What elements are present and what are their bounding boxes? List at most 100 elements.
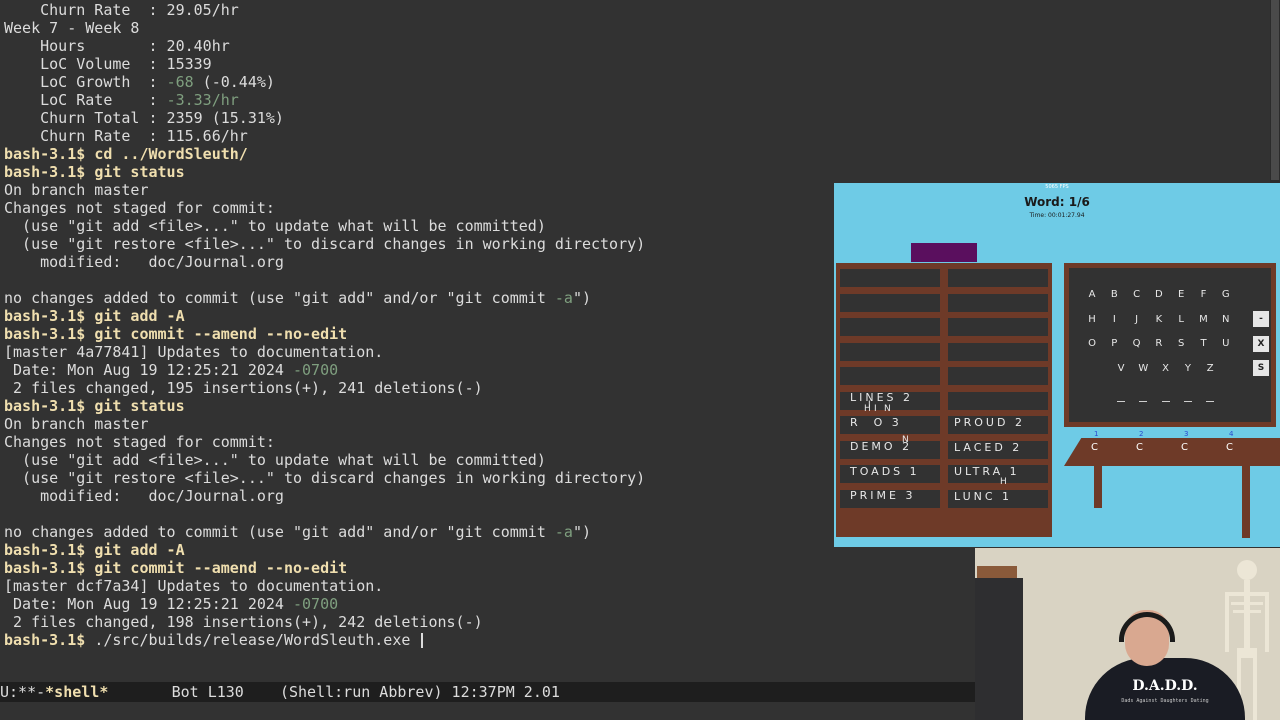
letter-key-p[interactable]: P bbox=[1107, 338, 1121, 349]
table-letter-tile[interactable]: C bbox=[1181, 442, 1188, 453]
terminal-line: bash-3.1$ git status bbox=[4, 163, 185, 181]
terminal-line: bash-3.1$ cd ../WordSleuth/ bbox=[4, 145, 248, 163]
letter-key-l[interactable]: L bbox=[1174, 314, 1188, 325]
letter-key-m[interactable]: M bbox=[1197, 314, 1211, 325]
terminal-text: -0700 bbox=[292, 595, 339, 613]
game-timer: Time: 00:01:27.94 bbox=[1029, 212, 1085, 219]
terminal-text: LoC Rate : bbox=[4, 91, 167, 109]
submit-button[interactable]: S bbox=[1253, 360, 1269, 376]
letter-key-f[interactable]: F bbox=[1197, 289, 1211, 300]
word-shelf: LINES 2R O 3 DEMO 2 TOADS 1 PRIME 3 PROUD 2L… bbox=[836, 263, 1052, 537]
floating-letter: N bbox=[884, 404, 894, 414]
letter-key-g[interactable]: G bbox=[1219, 289, 1233, 300]
terminal-text: no changes added to commit (use "git add… bbox=[4, 523, 555, 541]
clear-button[interactable]: X bbox=[1253, 335, 1269, 352]
letter-key-z[interactable]: Z bbox=[1203, 363, 1217, 374]
letter-key-y[interactable]: Y bbox=[1181, 363, 1195, 374]
terminal-line: bash-3.1$ git commit --amend --no-edit bbox=[4, 559, 347, 577]
shelf-slot bbox=[840, 342, 940, 361]
terminal-line: bash-3.1$ git status bbox=[4, 397, 185, 415]
shelf-slot bbox=[948, 318, 1048, 336]
shell-prompt: bash-3.1$ bbox=[4, 541, 95, 559]
shell-prompt: bash-3.1$ bbox=[4, 325, 95, 343]
floating-letter: H bbox=[1000, 477, 1010, 487]
terminal-text: Week 7 - Week 8 bbox=[4, 19, 140, 37]
webcam-filing-cabinet bbox=[975, 578, 1023, 720]
terminal-line: bash-3.1$ git commit --amend --no-edit bbox=[4, 325, 347, 343]
table-slot-number: 1 bbox=[1094, 430, 1099, 438]
terminal-text: git commit --amend --no-edit bbox=[94, 559, 348, 577]
table-slot-number: 4 bbox=[1229, 430, 1234, 438]
found-word: R O 3 bbox=[850, 415, 902, 429]
letter-key-e[interactable]: E bbox=[1174, 289, 1188, 300]
terminal-text: Date: Mon Aug 19 12:25:21 2024 bbox=[4, 361, 293, 379]
letter-key-d[interactable]: D bbox=[1152, 289, 1166, 300]
letter-key-b[interactable]: B bbox=[1107, 289, 1121, 300]
terminal-line: (use "git add <file>..." to update what … bbox=[4, 217, 546, 235]
shelf-slot bbox=[948, 342, 1048, 361]
terminal-line: (use "git restore <file>..." to discard … bbox=[4, 469, 645, 487]
modeline-buffer-name: *shell* bbox=[45, 683, 109, 701]
terminal-text: Churn Total : 2359 (15.31%) bbox=[4, 109, 284, 127]
terminal-text: (use "git restore <file>..." to discard … bbox=[4, 469, 646, 487]
terminal-text: Churn Rate : 115.66/hr bbox=[4, 127, 248, 145]
shell-prompt: bash-3.1$ bbox=[4, 559, 95, 577]
letter-key-c[interactable]: C bbox=[1130, 289, 1144, 300]
terminal-text: modified: doc/Journal.org bbox=[4, 253, 284, 271]
terminal-line: Week 7 - Week 8 bbox=[4, 19, 139, 37]
terminal-text: 2 files changed, 198 insertions(+), 242 … bbox=[4, 613, 483, 631]
found-word: PRIME 3 bbox=[850, 489, 916, 502]
letter-key-o[interactable]: O bbox=[1085, 338, 1099, 349]
terminal-text: git status bbox=[94, 397, 185, 415]
terminal-line: LoC Growth : -68 (-0.44%) bbox=[4, 73, 275, 91]
letter-key-k[interactable]: K bbox=[1152, 314, 1166, 325]
table-letter-tile[interactable]: C bbox=[1136, 442, 1143, 453]
letter-key-h[interactable]: H bbox=[1085, 314, 1099, 325]
letter-key-v[interactable]: V bbox=[1114, 363, 1128, 374]
shell-prompt: bash-3.1$ bbox=[4, 397, 95, 415]
modeline-status: U:**- bbox=[0, 683, 46, 701]
letter-key-u[interactable]: U bbox=[1219, 338, 1233, 349]
letter-key-r[interactable]: R bbox=[1152, 338, 1166, 349]
letter-key-n[interactable]: N bbox=[1219, 314, 1233, 325]
letter-key-t[interactable]: T bbox=[1197, 338, 1211, 349]
letter-key-x[interactable]: X bbox=[1159, 363, 1173, 374]
terminal-text: -0700 bbox=[292, 361, 339, 379]
answer-blank bbox=[1183, 401, 1192, 402]
terminal-line: Churn Rate : 29.05/hr bbox=[4, 1, 239, 19]
terminal-line: (use "git restore <file>..." to discard … bbox=[4, 235, 645, 253]
table-letter-tile[interactable]: C bbox=[1226, 442, 1233, 453]
shell-prompt: bash-3.1$ bbox=[4, 307, 95, 325]
table-letter-tile[interactable]: C bbox=[1091, 442, 1098, 453]
found-word: TOADS 1 bbox=[850, 464, 920, 478]
letter-key-q[interactable]: Q bbox=[1130, 338, 1144, 349]
wordsleuth-game-window[interactable]: 5065 FPS Word: 1/6 Time: 00:01:27.94 LIN… bbox=[834, 183, 1280, 547]
letter-key-w[interactable]: W bbox=[1136, 363, 1150, 374]
letter-key-j[interactable]: J bbox=[1130, 314, 1144, 325]
terminal-text: -a bbox=[554, 289, 573, 307]
letter-key-i[interactable]: I bbox=[1107, 314, 1121, 325]
scrollbar-thumb[interactable] bbox=[1271, 0, 1279, 180]
shelf-slot bbox=[840, 293, 940, 312]
shell-prompt: bash-3.1$ bbox=[4, 145, 95, 163]
terminal-text: ") bbox=[572, 523, 592, 541]
terminal-line: bash-3.1$ git add -A bbox=[4, 307, 185, 325]
letter-key-a[interactable]: A bbox=[1085, 289, 1099, 300]
found-word: LINES 2 bbox=[850, 391, 914, 404]
found-word: LUNC 1 bbox=[954, 489, 1013, 503]
terminal-line: On branch master bbox=[4, 181, 149, 199]
minus-button[interactable]: - bbox=[1253, 311, 1269, 327]
table-leg bbox=[1094, 466, 1102, 508]
terminal-line: [master dcf7a34] Updates to documentatio… bbox=[4, 577, 383, 595]
letter-key-s[interactable]: S bbox=[1174, 338, 1188, 349]
terminal-line: LoC Volume : 15339 bbox=[4, 55, 212, 73]
terminal-text: no changes added to commit (use "git add… bbox=[4, 289, 555, 307]
terminal-text: ") bbox=[572, 289, 592, 307]
fps-counter: 5065 FPS bbox=[1045, 184, 1069, 190]
modeline-info: Bot L130 (Shell:run Abbrev) 12:37PM 2.01 bbox=[108, 683, 560, 701]
letter-board-panel: ABCDEFGHIJKLMNOPQRSTUVWXYZ-XS bbox=[1069, 268, 1271, 422]
table-leg bbox=[1242, 466, 1250, 538]
terminal-text: [master 4a77841] Updates to documentatio… bbox=[4, 343, 384, 361]
headphones-icon bbox=[1119, 612, 1175, 642]
answer-blank bbox=[1206, 401, 1215, 402]
